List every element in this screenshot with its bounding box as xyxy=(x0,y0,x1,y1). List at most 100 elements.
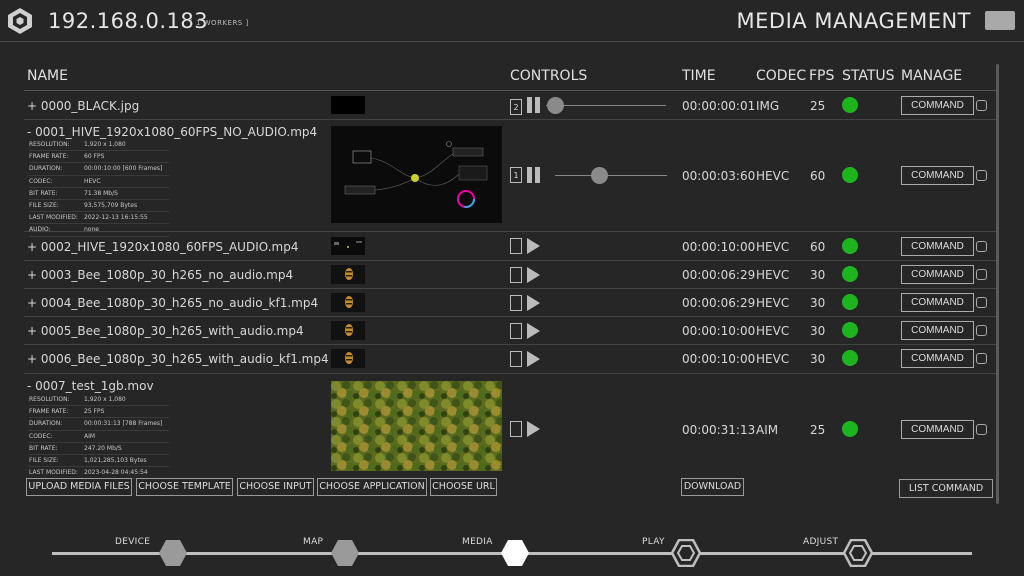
media-time: 00:00:03:60 xyxy=(682,169,756,183)
select-checkbox[interactable] xyxy=(976,100,987,111)
play-icon[interactable] xyxy=(527,267,540,283)
select-checkbox[interactable] xyxy=(976,269,987,280)
media-name[interactable]: + 0005_Bee_1080p_30_h265_with_audio.mp4 xyxy=(27,324,304,338)
choose-input-button[interactable]: CHOOSE INPUT xyxy=(237,478,314,496)
media-thumbnail xyxy=(331,321,365,340)
choose-template-button[interactable]: CHOOSE TEMPLATE xyxy=(136,478,233,496)
media-thumbnail xyxy=(331,96,365,114)
media-name[interactable]: + 0002_HIVE_1920x1080_60FPS_AUDIO.mp4 xyxy=(27,240,298,254)
seek-slider-track[interactable] xyxy=(546,105,666,106)
column-header-name: NAME xyxy=(27,68,68,84)
menu-toggle-icon[interactable] xyxy=(985,11,1015,30)
status-indicator xyxy=(842,238,858,254)
upload-media-button[interactable]: UPLOAD MEDIA FILES xyxy=(26,478,132,496)
scrollbar[interactable] xyxy=(996,64,999,504)
media-thumbnail xyxy=(331,293,365,312)
media-time: 00:00:31:13 xyxy=(682,423,756,437)
command-button[interactable]: COMMAND xyxy=(901,237,974,256)
status-indicator xyxy=(842,350,858,366)
pause-icon[interactable] xyxy=(527,97,541,113)
layer-indicator[interactable] xyxy=(510,295,522,311)
choose-application-button[interactable]: CHOOSE APPLICATION xyxy=(317,478,427,496)
media-thumbnail xyxy=(331,126,502,223)
command-button[interactable]: COMMAND xyxy=(901,293,974,312)
list-command-button[interactable]: LIST COMMAND xyxy=(899,479,993,498)
column-header-codec: CODEC xyxy=(756,68,807,84)
command-button[interactable]: COMMAND xyxy=(901,349,974,368)
play-icon[interactable] xyxy=(527,295,540,311)
media-codec: HEVC xyxy=(756,240,790,254)
play-icon[interactable] xyxy=(527,323,540,339)
nav-device-hex-icon[interactable] xyxy=(158,539,188,567)
nav-label-adjust[interactable]: ADJUST xyxy=(803,537,838,547)
media-name[interactable]: + 0000_BLACK.jpg xyxy=(27,99,139,113)
media-row[interactable]: - 0007_test_1gb.mov RESOLUTION: 1,920 x 1… xyxy=(24,374,996,480)
media-codec: HEVC xyxy=(756,352,790,366)
command-button[interactable]: COMMAND xyxy=(901,420,974,439)
select-checkbox[interactable] xyxy=(976,325,987,336)
play-icon[interactable] xyxy=(527,421,540,437)
hive-logo-icon[interactable] xyxy=(6,7,34,35)
nav-map-hex-icon[interactable] xyxy=(330,539,360,567)
select-checkbox[interactable] xyxy=(976,170,987,181)
media-row[interactable]: + 0003_Bee_1080p_30_h265_no_audio.mp4 00… xyxy=(24,261,996,289)
media-name[interactable]: + 0006_Bee_1080p_30_h265_with_audio_kf1.… xyxy=(27,352,329,366)
layer-indicator[interactable] xyxy=(510,238,522,254)
status-indicator xyxy=(842,97,858,113)
command-button[interactable]: COMMAND xyxy=(901,265,974,284)
command-button[interactable]: COMMAND xyxy=(901,321,974,340)
media-fps: 30 xyxy=(810,296,826,310)
media-row[interactable]: + 0005_Bee_1080p_30_h265_with_audio.mp4 … xyxy=(24,317,996,345)
layer-indicator[interactable] xyxy=(510,421,522,437)
media-codec: AIM xyxy=(756,423,779,437)
play-icon[interactable] xyxy=(527,351,540,367)
media-name[interactable]: - 0007_test_1gb.mov xyxy=(27,379,154,393)
command-button[interactable]: COMMAND xyxy=(901,166,974,185)
nav-label-play[interactable]: PLAY xyxy=(642,537,665,547)
seek-slider-knob[interactable] xyxy=(591,167,608,184)
media-time: 00:00:06:29 xyxy=(682,296,756,310)
thumbnail-preview xyxy=(331,237,365,255)
seek-slider-track[interactable] xyxy=(555,175,667,176)
nav-play-hex-icon[interactable] xyxy=(671,539,701,567)
layer-indicator[interactable] xyxy=(510,267,522,283)
select-checkbox[interactable] xyxy=(976,241,987,252)
media-name[interactable]: - 0001_HIVE_1920x1080_60FPS_NO_AUDIO.mp4 xyxy=(27,125,317,139)
play-icon[interactable] xyxy=(527,238,540,254)
column-header-time: TIME xyxy=(682,68,716,84)
workers-count: [ 1 WORKERS ] xyxy=(190,19,249,27)
nav-label-device[interactable]: DEVICE xyxy=(115,537,150,547)
select-checkbox[interactable] xyxy=(976,424,987,435)
status-indicator xyxy=(842,266,858,282)
select-checkbox[interactable] xyxy=(976,297,987,308)
choose-url-button[interactable]: CHOOSE URL xyxy=(430,478,497,496)
pause-icon[interactable] xyxy=(527,167,541,183)
column-header-controls: CONTROLS xyxy=(510,68,588,84)
media-thumbnail xyxy=(331,381,502,471)
select-checkbox[interactable] xyxy=(976,353,987,364)
layer-indicator[interactable] xyxy=(510,351,522,367)
page-title: MEDIA MANAGEMENT xyxy=(736,9,971,33)
media-row[interactable]: + 0002_HIVE_1920x1080_60FPS_AUDIO.mp4 00… xyxy=(24,232,996,261)
seek-slider-knob[interactable] xyxy=(547,97,564,114)
media-name[interactable]: + 0003_Bee_1080p_30_h265_no_audio.mp4 xyxy=(27,268,293,282)
media-row[interactable]: + 0000_BLACK.jpg 2 00:00:00:01 IMG 25 CO… xyxy=(24,91,996,120)
download-button[interactable]: DOWNLOAD xyxy=(681,478,744,496)
media-row[interactable]: + 0004_Bee_1080p_30_h265_no_audio_kf1.mp… xyxy=(24,289,996,317)
media-time: 00:00:10:00 xyxy=(682,352,756,366)
media-name[interactable]: + 0004_Bee_1080p_30_h265_no_audio_kf1.mp… xyxy=(27,296,318,310)
nav-label-map[interactable]: MAP xyxy=(303,537,323,547)
media-row[interactable]: + 0006_Bee_1080p_30_h265_with_audio_kf1.… xyxy=(24,345,996,374)
status-indicator xyxy=(842,167,858,183)
command-button[interactable]: COMMAND xyxy=(901,96,974,115)
nav-adjust-hex-icon[interactable] xyxy=(843,539,873,567)
layer-indicator[interactable]: 1 xyxy=(510,167,522,183)
nav-label-media[interactable]: MEDIA xyxy=(462,537,493,547)
layer-indicator[interactable] xyxy=(510,323,522,339)
device-ip: 192.168.0.183 xyxy=(48,9,209,33)
media-row[interactable]: - 0001_HIVE_1920x1080_60FPS_NO_AUDIO.mp4… xyxy=(24,120,996,237)
media-fps: 30 xyxy=(810,324,826,338)
nav-media-hex-icon[interactable] xyxy=(500,539,530,567)
status-indicator xyxy=(842,421,858,437)
layer-indicator[interactable]: 2 xyxy=(510,99,522,115)
